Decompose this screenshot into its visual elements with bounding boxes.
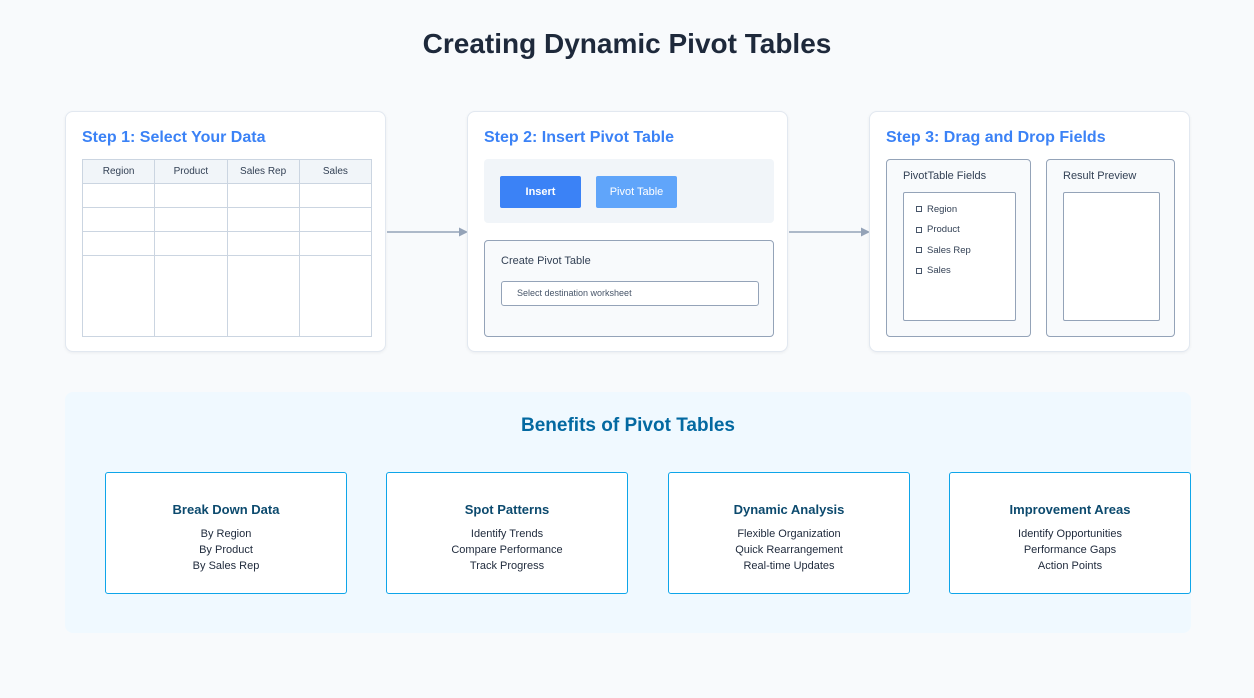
fields-panel-title: PivotTable Fields (903, 170, 987, 182)
preview-area (1063, 192, 1160, 321)
dialog-title: Create Pivot Table (501, 255, 591, 267)
field-label: Region (927, 203, 958, 215)
benefit-card-improvement-areas: Improvement Areas Identify Opportunities… (949, 472, 1191, 594)
list-item: Real-time Updates (743, 560, 835, 572)
benefit-card-title: Spot Patterns (464, 502, 550, 517)
step2-card: Step 2: Insert Pivot Table Insert Pivot … (467, 111, 788, 352)
destination-input[interactable]: Select destination worksheet (501, 281, 759, 306)
benefit-card-spot-patterns: Spot Patterns Identify Trends Compare Pe… (386, 472, 628, 594)
benefits-title: Benefits of Pivot Tables (521, 415, 735, 436)
ribbon-toolbar: Insert Pivot Table (484, 159, 774, 223)
list-item: By Sales Rep (192, 560, 260, 572)
data-grid[interactable]: Region Product Sales Rep Sales (82, 159, 372, 337)
checkbox-icon[interactable] (916, 206, 922, 213)
step2-title: Step 2: Insert Pivot Table (484, 129, 674, 146)
list-item: Quick Rearrangement (735, 544, 843, 556)
list-item: Flexible Organization (737, 528, 841, 540)
benefit-list: Flexible Organization Quick Rearrangemen… (669, 526, 909, 574)
grid-row[interactable] (83, 256, 371, 336)
benefit-list: Identify Opportunities Performance Gaps … (950, 526, 1190, 574)
list-item: Identify Trends (470, 528, 544, 540)
grid-header: Region Product Sales Rep Sales (83, 160, 371, 184)
step1-title: Step 1: Select Your Data (82, 129, 266, 146)
field-item-region[interactable]: Region (904, 199, 1015, 220)
step1-card: Step 1: Select Your Data Region Product … (65, 111, 386, 352)
column-header-sales-rep: Sales Rep (228, 160, 300, 183)
list-item: Compare Performance (451, 544, 563, 556)
result-preview-panel: Result Preview (1046, 159, 1175, 337)
checkbox-icon[interactable] (916, 267, 922, 274)
field-label: Product (927, 224, 960, 236)
fields-list: Region Product Sales Rep Sales (903, 192, 1016, 321)
grid-row[interactable] (83, 232, 371, 256)
insert-button[interactable]: Insert (500, 176, 581, 208)
benefit-card-break-down: Break Down Data By Region By Product By … (105, 472, 347, 594)
step3-title: Step 3: Drag and Drop Fields (886, 129, 1106, 146)
column-header-sales: Sales (322, 166, 348, 177)
benefit-card-title: Dynamic Analysis (733, 502, 845, 517)
benefit-list: Identify Trends Compare Performance Trac… (387, 526, 627, 574)
pivot-fields-panel: PivotTable Fields Region Product Sales R… (886, 159, 1031, 337)
arrow-right-icon (387, 227, 468, 237)
grid-row[interactable] (83, 184, 371, 208)
list-item: Track Progress (469, 560, 545, 572)
page-title: Creating Dynamic Pivot Tables (422, 28, 832, 59)
checkbox-icon[interactable] (916, 247, 922, 254)
field-label: Sales Rep (927, 244, 971, 256)
arrow-right-icon (789, 227, 870, 237)
column-header-product: Product (155, 160, 228, 183)
benefit-card-title: Break Down Data (172, 502, 280, 517)
step3-card: Step 3: Drag and Drop Fields PivotTable … (869, 111, 1190, 352)
benefit-list: By Region By Product By Sales Rep (106, 526, 346, 574)
list-item: By Product (199, 544, 253, 556)
grid-row[interactable] (83, 208, 371, 232)
field-label: Sales (927, 265, 951, 277)
field-item-sales[interactable]: Sales (904, 261, 1015, 282)
list-item: Performance Gaps (1023, 544, 1117, 556)
preview-panel-title: Result Preview (1063, 170, 1137, 182)
benefits-section: Benefits of Pivot Tables Break Down Data… (65, 392, 1191, 633)
pivot-table-button[interactable]: Pivot Table (596, 176, 677, 208)
create-pivot-dialog: Create Pivot Table Select destination wo… (484, 240, 774, 337)
list-item: By Region (200, 528, 252, 540)
field-item-product[interactable]: Product (904, 220, 1015, 241)
benefit-card-dynamic-analysis: Dynamic Analysis Flexible Organization Q… (668, 472, 910, 594)
field-item-sales-rep[interactable]: Sales Rep (904, 240, 1015, 261)
list-item: Identify Opportunities (1018, 528, 1122, 540)
list-item: Action Points (1037, 560, 1103, 572)
benefit-card-title: Improvement Areas (1009, 502, 1131, 517)
column-header-region: Region (83, 160, 156, 183)
checkbox-icon[interactable] (916, 226, 922, 233)
